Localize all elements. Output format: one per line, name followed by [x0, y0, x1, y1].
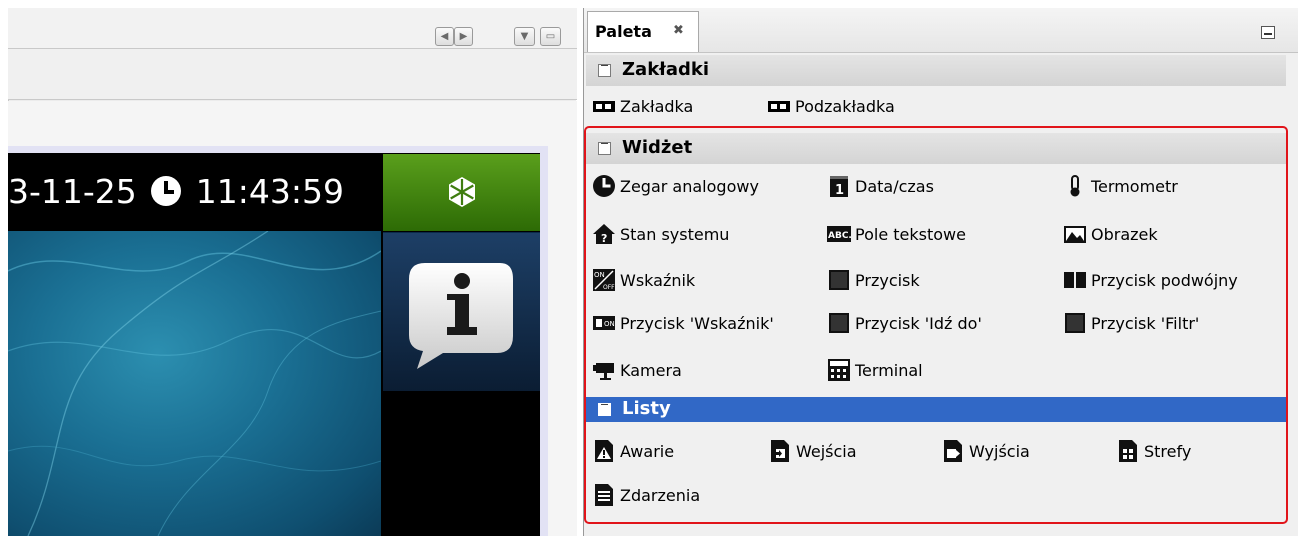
highlight-annotation: [584, 126, 1288, 524]
minimize-editor-button[interactable]: ▭: [540, 27, 561, 46]
palette-tab-label: Paleta: [595, 22, 652, 41]
section-zakladki[interactable]: Zakładki: [586, 55, 1286, 86]
green-menu-button[interactable]: [383, 154, 540, 231]
section-title: Zakładki: [622, 59, 710, 80]
dropdown-button[interactable]: ▼: [514, 27, 535, 46]
subtab-icon: [767, 94, 791, 118]
date-value: 3-11-25: [8, 172, 137, 211]
palette-item-podzakladka[interactable]: Podzakładka: [767, 93, 895, 119]
datetime-widget[interactable]: 3-11-25 11:43:59: [8, 153, 381, 230]
wallpaper-image: [8, 231, 381, 536]
time-value: 11:43:59: [195, 172, 345, 211]
snowflake-icon: [449, 177, 475, 207]
close-icon[interactable]: ✖: [673, 23, 684, 38]
clock-icon: [151, 176, 182, 206]
collapse-icon[interactable]: [598, 64, 611, 77]
info-button[interactable]: [383, 232, 540, 391]
scroll-left-button[interactable]: ◀: [435, 27, 454, 46]
minimize-palette-button[interactable]: [1261, 26, 1275, 39]
empty-button[interactable]: [383, 391, 540, 536]
scroll-right-button[interactable]: ▶: [454, 27, 473, 46]
editor-tab-bar: ◀ ▶ ▼ ▭: [8, 8, 577, 49]
palette-item-zakladka[interactable]: Zakładka: [592, 93, 693, 119]
tab-icon: [592, 94, 616, 118]
info-bubble-icon: [409, 263, 513, 369]
editor-toolbar: [8, 49, 577, 100]
